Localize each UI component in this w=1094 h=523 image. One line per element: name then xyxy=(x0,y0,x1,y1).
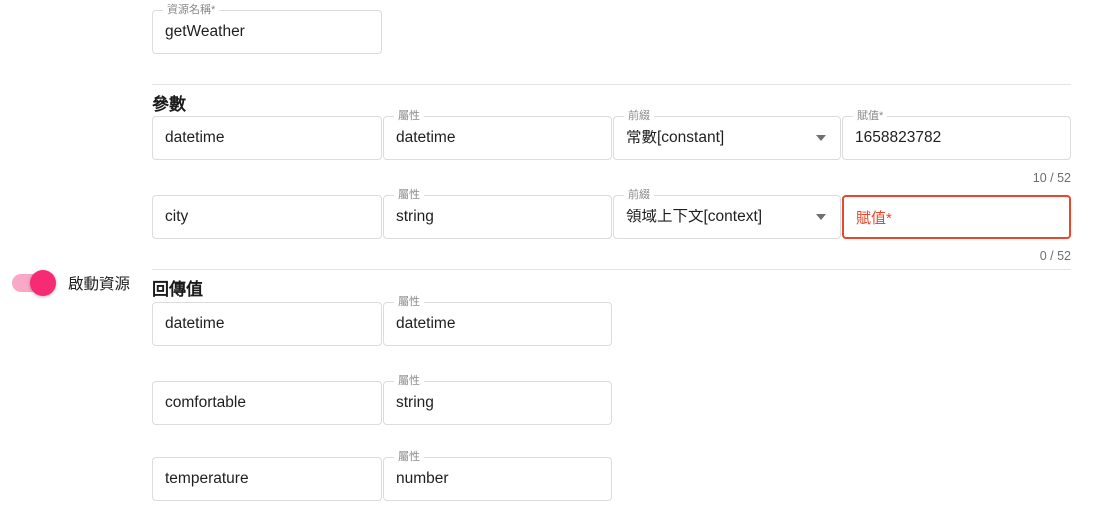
returns-section-title: 回傳值 xyxy=(152,280,203,299)
parameters-section-title: 參數 xyxy=(152,95,186,114)
parameter-prefix-value: 領域上下文[context] xyxy=(626,209,763,225)
parameter-name-field[interactable]: datetime xyxy=(152,116,382,160)
return-name-field[interactable]: datetime xyxy=(152,302,382,346)
resource-editor-page: 資源名稱* getWeather 參數 datetime 屬性 datetime… xyxy=(0,0,1094,523)
return-attribute-label: 屬性 xyxy=(394,296,424,308)
parameters-divider xyxy=(152,84,1071,85)
resource-name-field[interactable]: 資源名稱* getWeather xyxy=(152,4,382,54)
parameter-attribute-value: string xyxy=(396,209,434,225)
chevron-down-icon[interactable] xyxy=(816,135,826,141)
parameter-assignment-value: 1658823782 xyxy=(855,130,942,146)
return-attribute-label: 屬性 xyxy=(394,451,424,463)
return-name-value: datetime xyxy=(165,316,225,332)
return-name-field[interactable]: comfortable xyxy=(152,381,382,425)
parameter-assignment-field[interactable]: 賦值* 1658823782 xyxy=(842,110,1071,160)
return-name-value: temperature xyxy=(165,471,249,487)
parameter-attribute-label: 屬性 xyxy=(394,110,424,122)
return-attribute-label: 屬性 xyxy=(394,375,424,387)
enable-resource-label: 啟動資源 xyxy=(68,276,131,293)
return-attribute-field[interactable]: 屬性 string xyxy=(383,375,612,425)
parameter-attribute-field[interactable]: 屬性 string xyxy=(383,189,612,239)
toggle-track[interactable] xyxy=(12,270,56,296)
parameter-name-field[interactable]: city xyxy=(152,195,382,239)
chevron-down-icon[interactable] xyxy=(816,214,826,220)
return-name-value: comfortable xyxy=(165,395,246,411)
parameter-prefix-select[interactable]: 前綴 常數[constant] xyxy=(613,110,841,160)
parameter-name-value: city xyxy=(165,209,189,225)
parameter-assignment-counter: 10 / 52 xyxy=(1032,171,1071,185)
enable-resource-toggle[interactable]: 啟動資源 xyxy=(12,270,131,296)
parameter-prefix-value: 常數[constant] xyxy=(626,130,725,146)
return-attribute-field[interactable]: 屬性 number xyxy=(383,451,612,501)
parameter-assignment-error-label: 賦值* xyxy=(856,209,892,227)
parameter-attribute-label: 屬性 xyxy=(394,189,424,201)
resource-name-value: getWeather xyxy=(165,24,245,40)
return-attribute-value: string xyxy=(396,395,434,411)
parameter-prefix-select[interactable]: 前綴 領域上下文[context] xyxy=(613,189,841,239)
parameter-attribute-field[interactable]: 屬性 datetime xyxy=(383,110,612,160)
parameter-prefix-label: 前綴 xyxy=(624,110,654,122)
returns-divider xyxy=(152,269,1071,270)
return-name-field[interactable]: temperature xyxy=(152,457,382,501)
resource-name-label: 資源名稱* xyxy=(163,4,220,16)
parameter-prefix-label: 前綴 xyxy=(624,189,654,201)
return-attribute-value: number xyxy=(396,471,449,487)
return-attribute-field[interactable]: 屬性 datetime xyxy=(383,296,612,346)
parameter-assignment-label: 賦值* xyxy=(853,110,888,122)
parameter-attribute-value: datetime xyxy=(396,130,456,146)
toggle-thumb[interactable] xyxy=(30,270,56,296)
parameter-name-value: datetime xyxy=(165,130,225,146)
return-attribute-value: datetime xyxy=(396,316,456,332)
parameter-assignment-counter: 0 / 52 xyxy=(1039,249,1071,263)
parameter-assignment-field-error[interactable]: 賦值* xyxy=(842,195,1071,239)
